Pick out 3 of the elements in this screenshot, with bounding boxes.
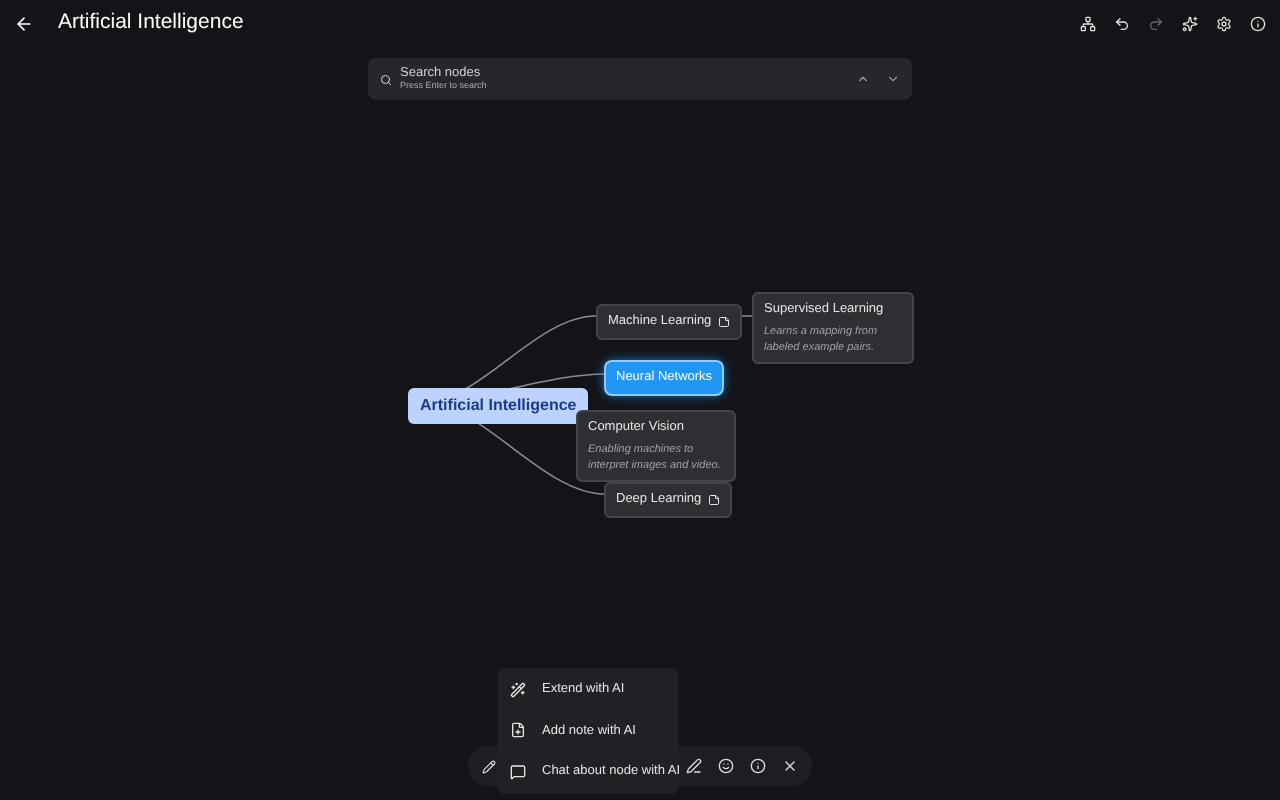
topic-node[interactable]: Artificial Intelligence [408,388,589,424]
node-label: Artificial Intelligence [420,394,577,418]
map-title: Artificial Intelligence [58,8,244,39]
